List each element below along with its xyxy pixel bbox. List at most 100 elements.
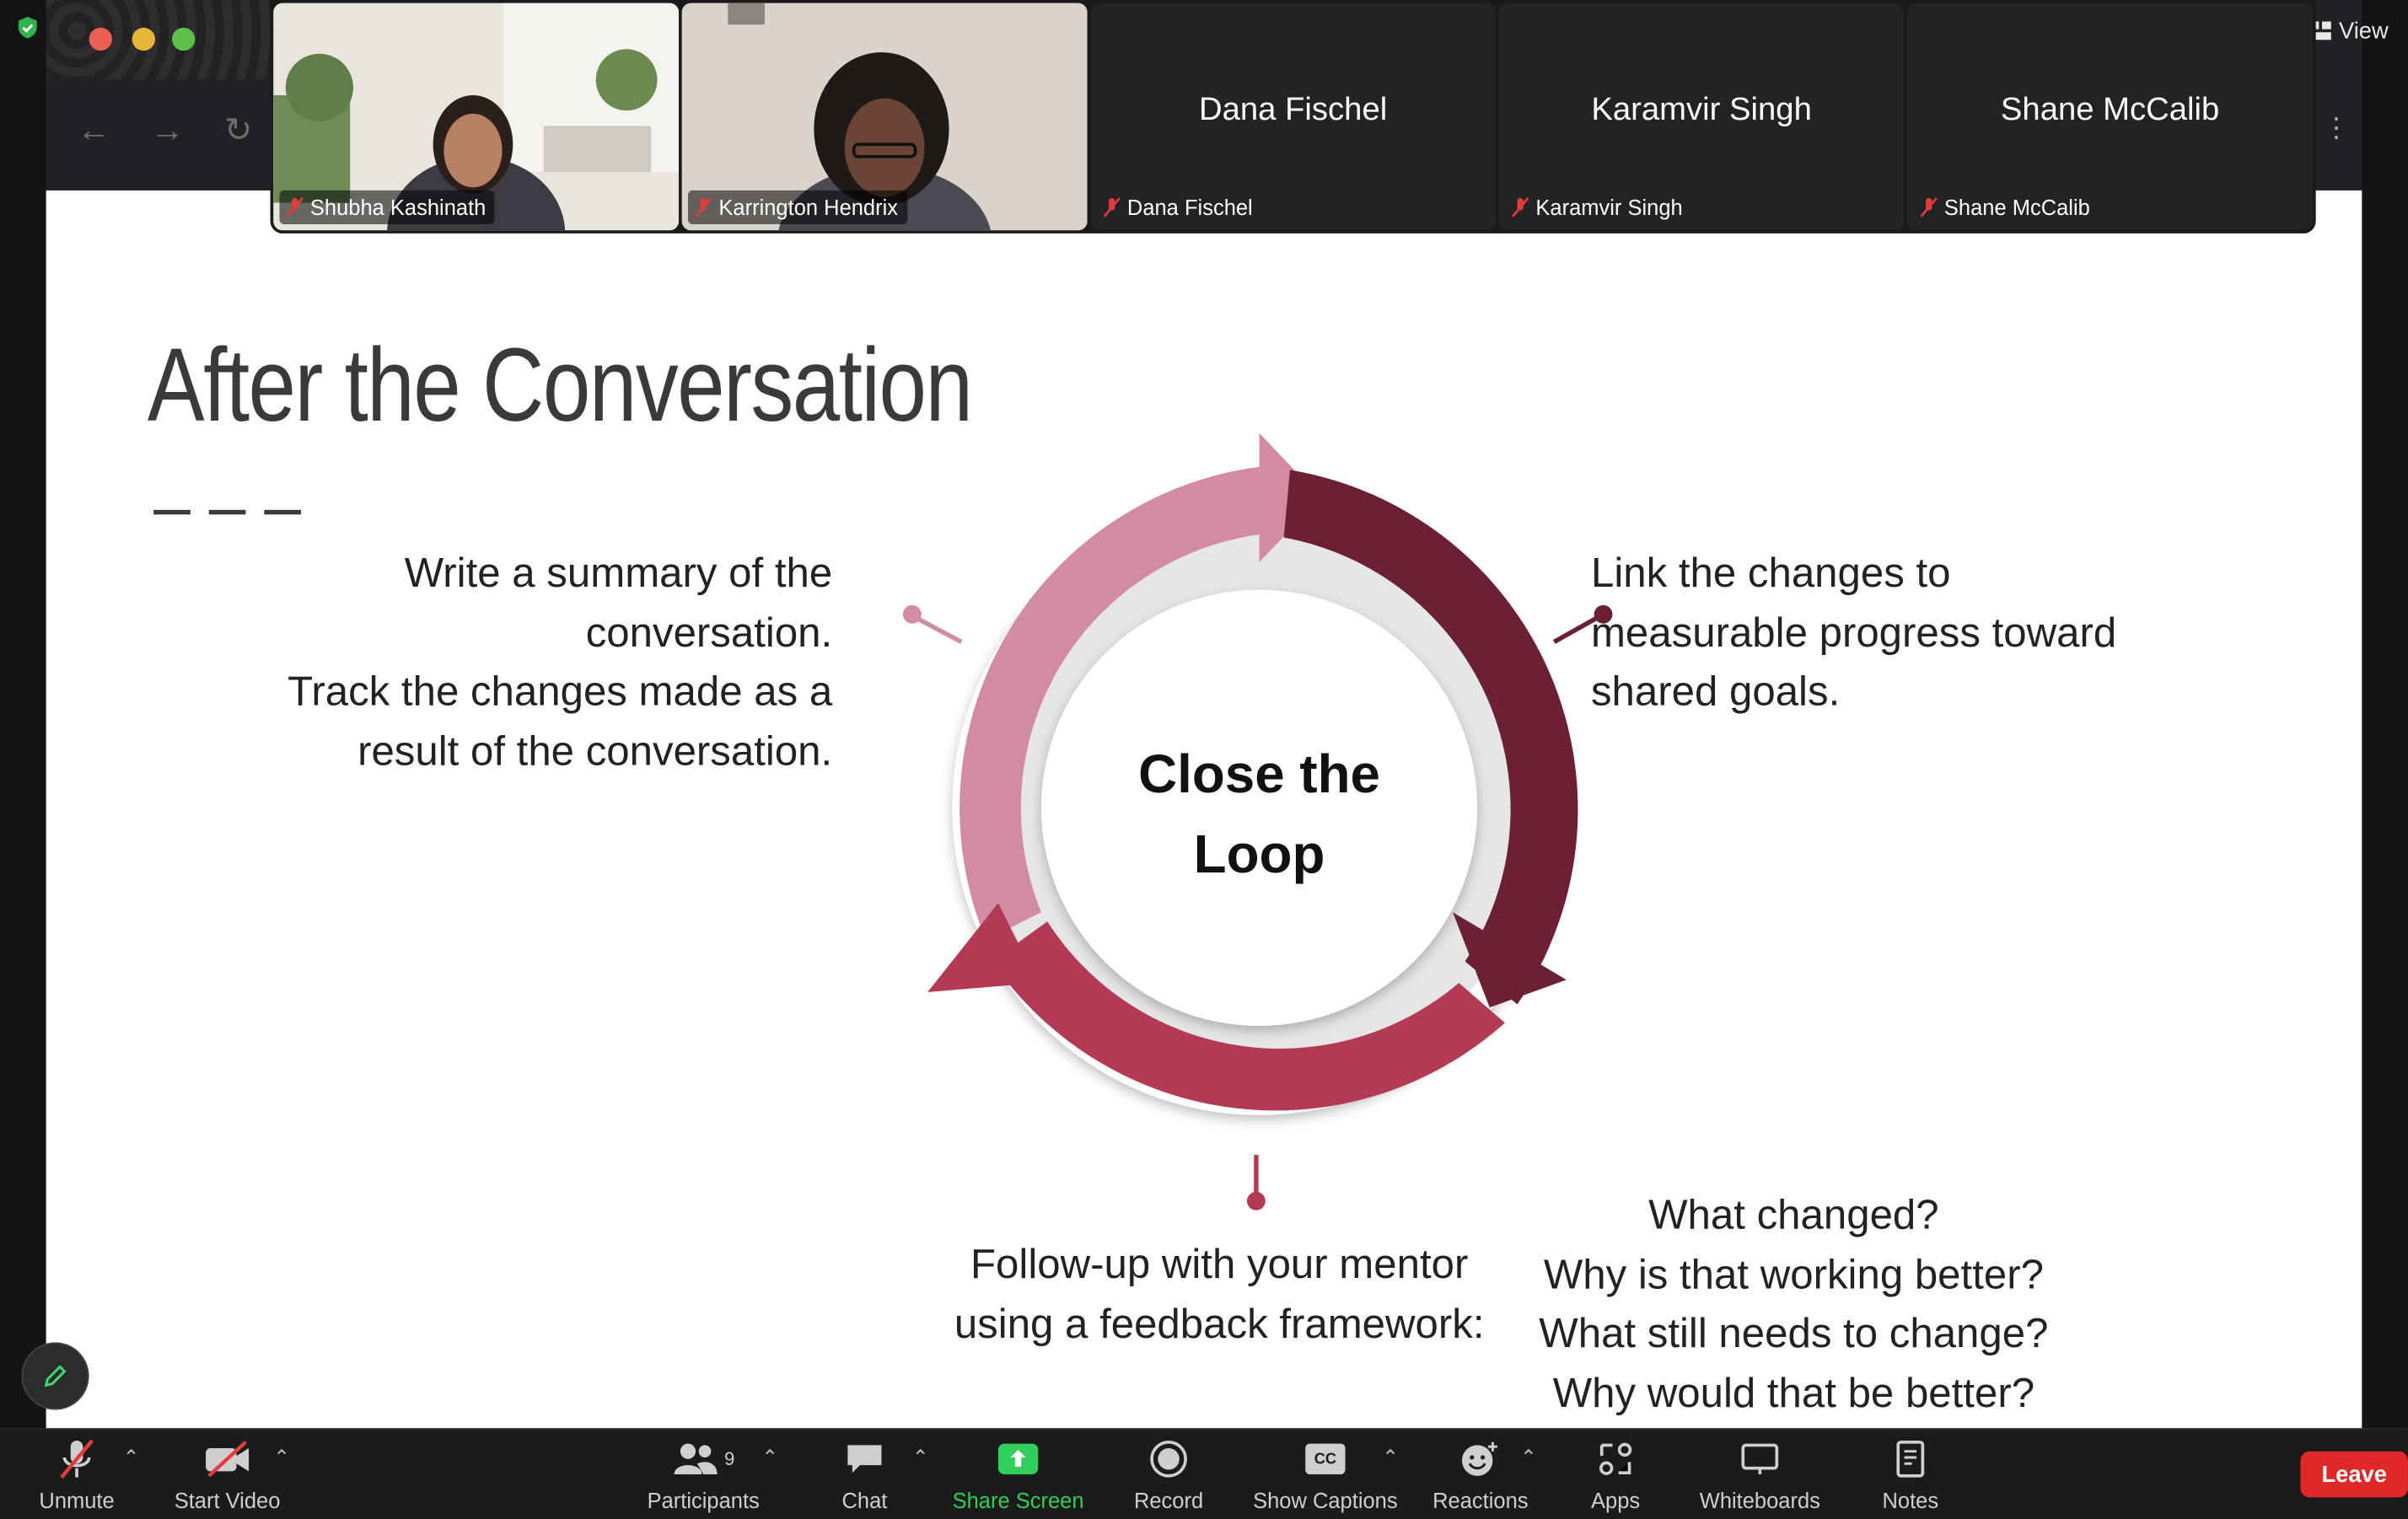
bottom-connector-dot [1246, 1191, 1266, 1210]
participant-tile[interactable]: Dana Fischel Dana Fischel [1090, 3, 1497, 231]
participant-tile[interactable]: Karamvir Singh Karamvir Singh [1498, 3, 1905, 231]
forward-arrow-icon: → [150, 110, 185, 149]
participant-display-name: Dana Fischel [1199, 92, 1388, 128]
participant-tile[interactable]: Shane McCalib Shane McCalib [1907, 3, 2314, 231]
share-screen-button[interactable]: Share Screen [949, 1436, 1088, 1513]
feedback-question: What still needs to change? [1539, 1310, 2049, 1356]
whiteboard-icon [1741, 1443, 1779, 1475]
people-icon [673, 1443, 717, 1475]
title-underline-dashes [153, 509, 301, 515]
start-video-button[interactable]: Start Video [166, 1436, 289, 1513]
link-note-line: shared goals. [1590, 668, 1841, 715]
minimize-window-dot [132, 27, 155, 51]
back-arrow-icon: ← [77, 110, 111, 149]
summary-note-line: Write a summary of the [404, 550, 833, 596]
participants-label: Participants [647, 1488, 760, 1513]
participant-strip: Shubha Kashinath Karrington Hendrix Dana… [270, 0, 2316, 233]
closed-captions-icon: CC [1305, 1443, 1346, 1475]
unmute-label: Unmute [39, 1488, 115, 1513]
cycle-center-disc [1040, 589, 1478, 1027]
chat-label: Chat [841, 1488, 888, 1513]
participant-name-label: Dana Fischel [1096, 191, 1261, 224]
reactions-button[interactable]: Reactions [1428, 1436, 1533, 1513]
close-the-loop-cycle-diagram: Close the Loop [902, 432, 1613, 1210]
apps-button[interactable]: Apps [1582, 1436, 1649, 1513]
annotate-button[interactable] [21, 1342, 89, 1410]
record-button[interactable]: Record [1127, 1436, 1210, 1513]
participant-tile[interactable]: Shubha Kashinath [273, 3, 680, 231]
video-options-caret-icon[interactable]: ⌃ [273, 1445, 290, 1469]
follow-up-note-line: using a feedback framework: [954, 1300, 1485, 1346]
muted-mic-icon [1512, 197, 1529, 217]
reactions-options-caret-icon[interactable]: ⌃ [1520, 1445, 1537, 1469]
link-note-line: measurable progress toward [1590, 609, 2117, 656]
participant-name: Karrington Hendrix [718, 195, 899, 220]
leave-button[interactable]: Leave [2300, 1451, 2408, 1498]
left-connector-dot [902, 604, 922, 624]
summary-note: Write a summary of the conversation. Tra… [187, 544, 832, 781]
notes-button[interactable]: Notes [1877, 1436, 1944, 1513]
apps-icon [1599, 1442, 1632, 1475]
participant-display-name: Shane McCalib [2000, 92, 2220, 128]
show-captions-button[interactable]: CC Show Captions [1250, 1436, 1400, 1513]
participant-name: Shane McCalib [1943, 195, 2090, 220]
unmute-button[interactable]: Unmute [34, 1436, 120, 1513]
whiteboards-button[interactable]: Whiteboards [1696, 1436, 1825, 1513]
view-button[interactable]: View [2309, 9, 2408, 52]
feedback-questions: What changed? Why is that working better… [1520, 1186, 2067, 1423]
link-note-line: Link the changes to [1590, 550, 1951, 596]
participant-name-label: Shubha Kashinath [279, 190, 496, 224]
link-changes-note: Link the changes to measurable progress … [1591, 544, 2236, 721]
notes-icon [1896, 1440, 1925, 1478]
zoom-meeting-window: ← → ↻ ··· View After the Conversation [0, 0, 2408, 1519]
participant-display-name: Karamvir Singh [1591, 92, 1812, 128]
summary-note-line: Track the changes made as a [288, 668, 833, 715]
apps-label: Apps [1591, 1488, 1641, 1513]
participants-button[interactable]: 9 Participants [642, 1436, 765, 1513]
reactions-label: Reactions [1432, 1488, 1529, 1513]
notes-label: Notes [1882, 1488, 1939, 1513]
smiley-icon [1461, 1441, 1497, 1476]
share-screen-label: Share Screen [952, 1488, 1084, 1513]
show-captions-label: Show Captions [1253, 1488, 1398, 1513]
center-title-line2: Loop [1194, 824, 1325, 884]
maximize-window-dot [171, 27, 196, 51]
close-window-dot [89, 27, 112, 51]
muted-mic-icon [1920, 197, 1938, 217]
left-connector-line [914, 615, 963, 644]
browser-tab-background [46, 0, 277, 80]
reload-icon: ↻ [223, 110, 253, 149]
chat-button[interactable]: Chat [830, 1436, 900, 1513]
encryption-shield-icon [18, 17, 37, 39]
participant-name-label: Karamvir Singh [1505, 191, 1692, 224]
chat-options-caret-icon[interactable]: ⌃ [912, 1445, 929, 1469]
shared-slide: After the Conversation Close the Loop Wr… [46, 190, 2362, 1429]
participant-name: Karamvir Singh [1535, 195, 1683, 220]
share-screen-icon [997, 1443, 1039, 1475]
video-off-icon [206, 1441, 250, 1478]
participant-name: Dana Fischel [1126, 195, 1253, 220]
whiteboards-label: Whiteboards [1699, 1488, 1820, 1513]
summary-note-line: conversation. [585, 609, 833, 656]
meeting-toolbar: Unmute ⌃ Start Video ⌃ 9 Participants ⌃ … [0, 1428, 2408, 1519]
follow-up-note: Follow-up with your mentor using a feedb… [927, 1235, 1511, 1353]
record-label: Record [1133, 1488, 1204, 1513]
participant-tile[interactable]: Karrington Hendrix [681, 3, 1088, 231]
muted-mic-icon [695, 197, 712, 217]
pencil-icon [44, 1365, 67, 1387]
summary-note-line: result of the conversation. [357, 727, 833, 774]
captions-options-caret-icon[interactable]: ⌃ [1382, 1445, 1399, 1469]
feedback-question: Why is that working better? [1543, 1250, 2044, 1297]
audio-options-caret-icon[interactable]: ⌃ [123, 1445, 140, 1469]
participants-options-caret-icon[interactable]: ⌃ [761, 1445, 778, 1469]
muted-mic-icon [1103, 197, 1121, 217]
view-label: View [2338, 17, 2389, 44]
muted-mic-icon [286, 197, 304, 217]
participant-name-label: Karrington Hendrix [687, 190, 907, 224]
muted-microphone-icon [60, 1439, 94, 1479]
participant-name: Shubha Kashinath [309, 195, 486, 220]
chat-bubble-icon [847, 1445, 882, 1473]
participant-name-label: Shane McCalib [1913, 191, 2099, 224]
participant-count: 9 [724, 1448, 735, 1470]
more-options-icon: · · · [2330, 101, 2342, 154]
